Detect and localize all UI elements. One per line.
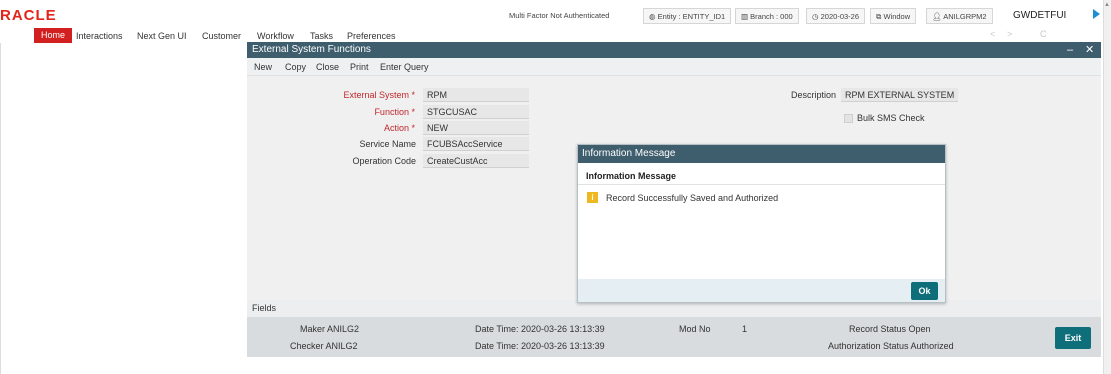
globe-icon: ◍ — [649, 12, 658, 21]
date-display[interactable]: ◷ 2020-03-26 — [806, 8, 866, 24]
external-system-field[interactable]: RPM — [423, 88, 529, 102]
bank-icon: ▥ — [741, 12, 751, 21]
function-label: Function * — [374, 107, 415, 117]
window-title: External System Functions — [247, 42, 1101, 58]
vertical-scrollbar[interactable] — [1103, 0, 1111, 374]
date-label: 2020-03-26 — [820, 12, 860, 21]
left-border — [0, 43, 1, 374]
menu-customer[interactable]: Customer — [202, 29, 241, 43]
toolbar-print-button[interactable]: Print — [350, 60, 369, 74]
bulk-sms-label: Bulk SMS Check — [857, 113, 925, 123]
play-icon[interactable] — [1093, 9, 1100, 19]
branch-label: Branch : 000 — [750, 12, 793, 21]
window-label: Window — [883, 12, 911, 21]
dialog-divider — [578, 184, 945, 185]
menu-preferences[interactable]: Preferences — [347, 29, 396, 43]
entity-selector[interactable]: ◍ Entity : ENTITY_ID1 — [643, 8, 732, 24]
mod-no-value: 1 — [742, 324, 748, 334]
bulk-sms-checkbox[interactable] — [844, 114, 853, 123]
menu-interactions[interactable]: Interactions — [76, 29, 123, 43]
operation-code-label: Operation Code — [352, 156, 416, 166]
mod-no-label: Mod No — [679, 324, 711, 334]
entity-label: Entity : ENTITY_ID1 — [657, 12, 726, 21]
menu-home[interactable]: Home — [34, 28, 73, 43]
toolbar-close-button[interactable]: Close — [316, 60, 339, 74]
close-icon[interactable]: ✕ — [1085, 42, 1094, 58]
operation-code-field[interactable]: CreateCustAcc — [423, 154, 529, 168]
maker-datetime: Date Time: 2020-03-26 13:13:39 — [475, 324, 605, 334]
action-field[interactable]: NEW — [423, 121, 529, 135]
ok-button[interactable]: Ok — [911, 282, 938, 300]
window-menu[interactable]: ⧉ Window — [870, 8, 917, 24]
nav-back-icon[interactable]: < — [990, 29, 995, 39]
user-menu[interactable]: 👤︎ ANILGRPM2 — [926, 8, 993, 24]
environment-label: GWDETFUI — [1013, 10, 1067, 21]
oracle-logo: RACLE — [0, 7, 57, 24]
menu-tasks[interactable]: Tasks — [310, 29, 333, 43]
toolbar-new-button[interactable]: New — [254, 60, 272, 74]
user-label: ANILGRPM2 — [943, 12, 987, 21]
branch-selector[interactable]: ▥ Branch : 000 — [735, 8, 799, 24]
info-icon: i — [587, 192, 598, 203]
dialog-footer — [578, 279, 945, 302]
description-label: Description — [790, 90, 836, 100]
toolbar — [247, 58, 1101, 76]
maker-text: Maker ANILG2 — [300, 324, 360, 334]
menu-workflow[interactable]: Workflow — [257, 29, 294, 43]
dialog-title: Information Message — [578, 145, 945, 163]
toolbar-copy-button[interactable]: Copy — [285, 60, 306, 74]
authorization-status: Authorization Status Authorized — [828, 341, 954, 351]
minimize-icon[interactable]: – — [1067, 42, 1073, 58]
function-field[interactable]: STGCUSAC — [423, 105, 529, 119]
scroll-up-icon[interactable]: ▲ — [1104, 2, 1110, 8]
mfa-status: Multi Factor Not Authenticated — [509, 11, 610, 20]
toolbar-enter-query-button[interactable]: Enter Query — [380, 60, 429, 74]
checker-text: Checker ANILG2 — [290, 341, 358, 351]
external-system-label: External System * — [343, 90, 415, 100]
service-name-field[interactable]: FCUBSAccService — [423, 137, 529, 151]
nav-forward-icon[interactable]: > — [1007, 29, 1012, 39]
user-icon: 👤︎ — [932, 12, 944, 21]
description-field[interactable]: RPM EXTERNAL SYSTEM — [841, 88, 958, 102]
refresh-icon[interactable]: C — [1040, 29, 1047, 39]
record-status: Record Status Open — [849, 324, 931, 334]
exit-button[interactable]: Exit — [1055, 327, 1091, 349]
action-label: Action * — [383, 123, 415, 133]
checker-datetime: Date Time: 2020-03-26 13:13:39 — [475, 341, 605, 351]
clock-icon: ◷ — [812, 12, 821, 21]
menu-next-gen-ui[interactable]: Next Gen UI — [137, 29, 187, 43]
audit-panel — [247, 317, 1101, 357]
dialog-message: Record Successfully Saved and Authorized — [606, 193, 779, 203]
service-name-label: Service Name — [359, 139, 416, 149]
dialog-heading: Information Message — [586, 171, 677, 181]
